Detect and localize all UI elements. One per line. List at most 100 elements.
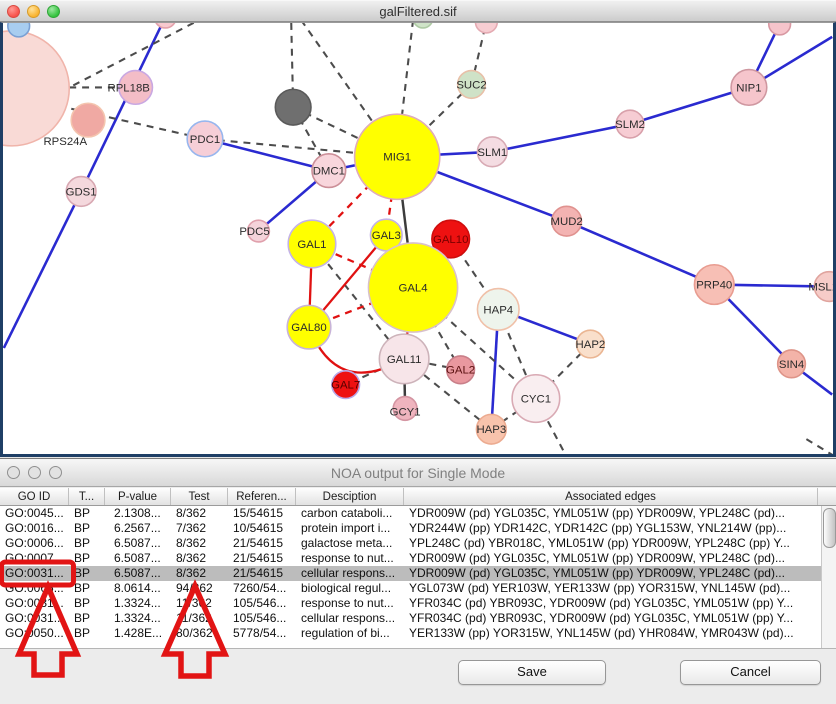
node-CYC1[interactable]: CYC1 bbox=[512, 375, 560, 423]
table-row[interactable]: GO:0065...BP8.0614...94/3627260/54...bio… bbox=[0, 581, 821, 596]
node-circle[interactable] bbox=[413, 23, 433, 28]
cell-go_id: GO:0050... bbox=[0, 626, 69, 641]
cell-reference: 21/54615 bbox=[228, 536, 296, 551]
edge-pp bbox=[205, 139, 329, 171]
cell-assoc: YFR034C (pd) YBR093C, YDR009W (pd) YGL03… bbox=[404, 611, 818, 626]
node-label: CYC1 bbox=[521, 393, 551, 405]
cell-type: BP bbox=[69, 611, 105, 626]
node-PDC5[interactable]: PDC5 bbox=[239, 220, 269, 242]
cell-description: protein import i... bbox=[296, 521, 404, 536]
cell-assoc: YDR009W (pd) YGL035C, YML051W (pp) YDR00… bbox=[404, 506, 818, 521]
node-circle[interactable] bbox=[475, 23, 497, 33]
table-row[interactable]: GO:0031...BP1.3324...11/362105/546...cel… bbox=[0, 611, 821, 626]
node-label: GAL4 bbox=[398, 283, 427, 295]
node-circle[interactable] bbox=[275, 89, 311, 125]
node-bignode[interactable] bbox=[3, 31, 69, 146]
node-GAL80[interactable]: GAL80 bbox=[287, 305, 331, 349]
cell-p_value: 6.5087... bbox=[105, 566, 171, 581]
node-darknode[interactable] bbox=[275, 89, 311, 125]
node-label: RPS24A bbox=[43, 136, 87, 148]
node-cornertl[interactable] bbox=[8, 23, 30, 37]
noa-output-window: NOA output for Single Mode GO IDT...P-va… bbox=[0, 458, 836, 704]
results-table: GO IDT...P-valueTestReferen...Desciption… bbox=[0, 488, 836, 649]
node-MSL1[interactable]: MSL1 bbox=[808, 272, 833, 302]
column-header-assoc[interactable]: Associated edges bbox=[404, 488, 818, 505]
node-SLM1[interactable]: SLM1 bbox=[477, 137, 507, 167]
network-window: galFiltered.sif RPL18B RPS24A GDS1 PDC1 DMC1… bbox=[0, 0, 836, 457]
node-MIG1[interactable]: MIG1 bbox=[355, 114, 440, 199]
node-MUD2[interactable]: MUD2 bbox=[551, 206, 583, 236]
vertical-scrollbar[interactable] bbox=[821, 506, 836, 648]
cell-reference: 10/54615 bbox=[228, 521, 296, 536]
cancel-button[interactable]: Cancel bbox=[680, 660, 821, 685]
node-GAL2[interactable]: GAL2 bbox=[446, 356, 475, 384]
node-HAP2[interactable]: HAP2 bbox=[576, 330, 606, 358]
node-cutgreen[interactable] bbox=[413, 23, 433, 28]
column-header-test[interactable]: Test bbox=[171, 488, 228, 505]
node-label: HAP3 bbox=[476, 424, 506, 436]
node-PDC1[interactable]: PDC1 bbox=[187, 121, 223, 157]
network-window-titlebar[interactable]: galFiltered.sif bbox=[0, 0, 836, 22]
node-label: GAL11 bbox=[387, 354, 422, 366]
cell-test: 7/362 bbox=[171, 521, 228, 536]
cell-p_value: 1.428E... bbox=[105, 626, 171, 641]
table-row[interactable]: GO:0007...BP6.5087...8/36221/54615respon… bbox=[0, 551, 821, 566]
noa-window-titlebar[interactable]: NOA output for Single Mode bbox=[0, 459, 836, 487]
node-cuttop1[interactable] bbox=[154, 23, 176, 28]
table-row[interactable]: GO:0031...BP1.3324...11/362105/546...res… bbox=[0, 596, 821, 611]
network-canvas-frame: RPL18B RPS24A GDS1 PDC1 DMC1 MIG1 SLM1 SLM2 NIP1… bbox=[0, 22, 836, 457]
cell-type: BP bbox=[69, 596, 105, 611]
cell-type: BP bbox=[69, 626, 105, 641]
node-GAL11[interactable]: GAL11 bbox=[379, 334, 429, 384]
cell-test: 8/362 bbox=[171, 536, 228, 551]
table-body: GO:0045...BP2.1308...8/36215/54615carbon… bbox=[0, 506, 821, 648]
node-GDS1[interactable]: GDS1 bbox=[66, 177, 97, 207]
table-row[interactable]: GO:0050...BP1.428E...80/3625778/54...reg… bbox=[0, 626, 821, 641]
node-NIP1[interactable]: NIP1 bbox=[731, 70, 767, 106]
node-circle[interactable] bbox=[71, 103, 105, 137]
node-SUC2[interactable]: SUC2 bbox=[456, 71, 486, 99]
node-circle[interactable] bbox=[3, 31, 69, 146]
node-SLM2[interactable]: SLM2 bbox=[615, 110, 645, 138]
node-GAL7[interactable]: GAL7 bbox=[331, 371, 360, 399]
node-label: GAL7 bbox=[331, 380, 360, 392]
node-GAL1[interactable]: GAL1 bbox=[288, 220, 336, 268]
cell-assoc: YDR009W (pd) YGL035C, YML051W (pp) YDR00… bbox=[404, 551, 818, 566]
cell-description: regulation of bi... bbox=[296, 626, 404, 641]
node-RPL18B[interactable]: RPL18B bbox=[107, 71, 152, 105]
node-PRP40[interactable]: PRP40 bbox=[694, 265, 734, 305]
column-header-reference[interactable]: Referen... bbox=[228, 488, 296, 505]
node-circle[interactable] bbox=[769, 23, 791, 35]
node-SIN4[interactable]: SIN4 bbox=[778, 350, 806, 378]
cell-test: 8/362 bbox=[171, 566, 228, 581]
node-GAL4[interactable]: GAL4 bbox=[368, 243, 457, 332]
node-label: DMC1 bbox=[313, 166, 345, 178]
node-HAP4[interactable]: HAP4 bbox=[477, 289, 519, 331]
node-DMC1[interactable]: DMC1 bbox=[312, 154, 346, 188]
cell-type: BP bbox=[69, 566, 105, 581]
cell-go_id: GO:0006... bbox=[0, 536, 69, 551]
edge-pp bbox=[630, 87, 749, 124]
table-row[interactable]: GO:0016...BP6.2567...7/36210/54615protei… bbox=[0, 521, 821, 536]
node-label: PDC5 bbox=[239, 226, 269, 238]
node-GCY1[interactable]: GCY1 bbox=[390, 397, 421, 421]
cell-assoc: YGL073W (pd) YER103W, YER133W (pp) YOR31… bbox=[404, 581, 818, 596]
column-header-description[interactable]: Desciption bbox=[296, 488, 404, 505]
table-row[interactable]: GO:0006...BP6.5087...8/36221/54615galact… bbox=[0, 536, 821, 551]
cell-go_id: GO:0031... bbox=[0, 566, 69, 581]
network-canvas[interactable]: RPL18B RPS24A GDS1 PDC1 DMC1 MIG1 SLM1 SLM2 NIP1… bbox=[3, 23, 833, 454]
column-header-p_value[interactable]: P-value bbox=[105, 488, 171, 505]
node-circle[interactable] bbox=[8, 23, 30, 37]
save-button[interactable]: Save bbox=[458, 660, 606, 685]
column-header-go_id[interactable]: GO ID bbox=[0, 488, 69, 505]
node-circle[interactable] bbox=[154, 23, 176, 28]
node-label: GAL1 bbox=[297, 239, 326, 251]
node-cutnip[interactable] bbox=[769, 23, 791, 35]
node-label: GAL10 bbox=[433, 234, 468, 246]
node-cutpink2[interactable] bbox=[475, 23, 497, 33]
column-header-type[interactable]: T... bbox=[69, 488, 105, 505]
node-HAP3[interactable]: HAP3 bbox=[476, 414, 506, 444]
table-row[interactable]: GO:0045...BP2.1308...8/36215/54615carbon… bbox=[0, 506, 821, 521]
table-row-selected[interactable]: GO:0031...BP6.5087...8/36221/54615cellul… bbox=[0, 566, 821, 581]
scrollbar-thumb[interactable] bbox=[823, 508, 836, 548]
